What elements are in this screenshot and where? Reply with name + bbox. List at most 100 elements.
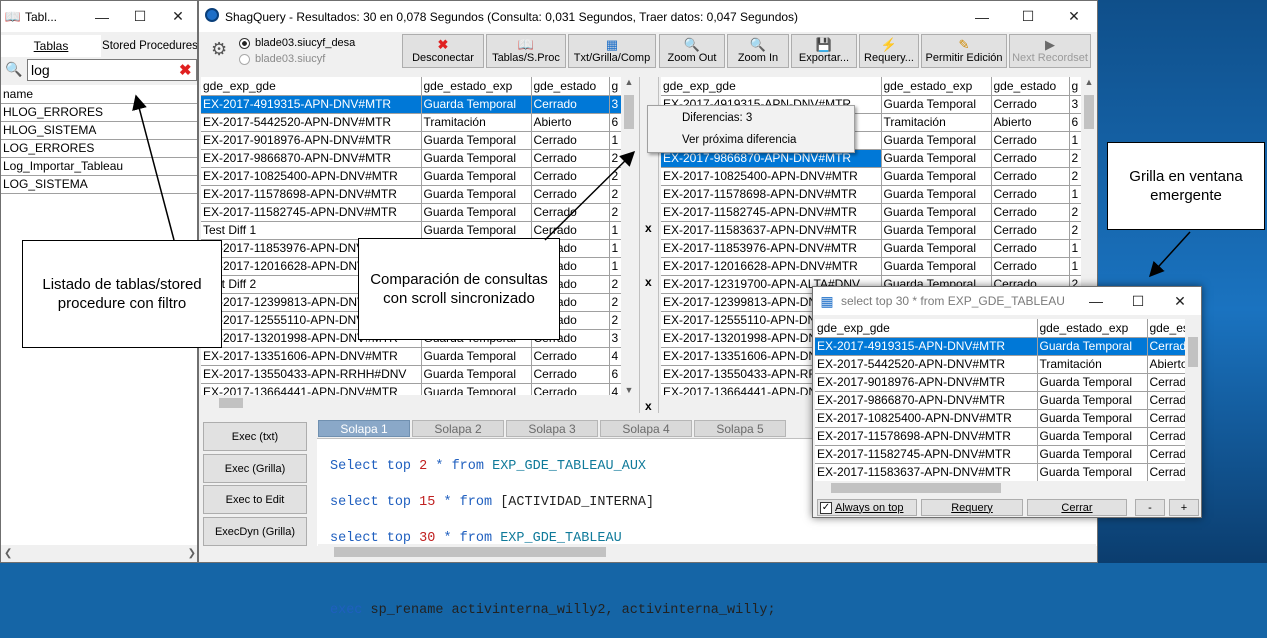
table-cell[interactable]: 2 (609, 203, 621, 222)
main-window-titlebar[interactable]: ShagQuery - Resultados: 30 en 0,078 Segu… (199, 1, 1097, 32)
table-cell[interactable]: 2 (609, 275, 621, 294)
table-row[interactable]: EX-2017-4919315-APN-DNV#MTR Guarda Tempor… (815, 337, 1185, 356)
next-recordset-button[interactable]: ▶ Next Recordset (1009, 34, 1091, 68)
col-header-exp-gde[interactable]: gde_exp_gde (201, 77, 422, 96)
table-cell[interactable]: 6 (1069, 113, 1081, 132)
popup-vscrollbar[interactable] (1185, 319, 1201, 497)
clear-filter-icon[interactable]: ✖ (179, 61, 192, 79)
table-cell[interactable]: Tramitación (421, 113, 532, 132)
table-cell[interactable]: 1 (609, 131, 621, 150)
table-row[interactable]: EX-2017-9018976-APN-DNV#MTRGuarda Tempor… (815, 373, 1185, 392)
table-cell[interactable]: Guarda Temporal (881, 239, 992, 258)
table-cell[interactable]: Cerrad (1147, 427, 1185, 446)
table-cell[interactable]: 2 (609, 167, 621, 186)
table-cell[interactable]: 2 (609, 149, 621, 168)
table-cell[interactable]: EX-2017-9018976-APN-DNV#MTR (815, 373, 1038, 392)
table-cell[interactable]: 2 (1069, 203, 1081, 222)
exec-grid-button[interactable]: Exec (Grilla) (203, 454, 307, 483)
table-row[interactable]: EX-2017-11578698-APN-DNV#MTR Guarda Tempo… (661, 185, 1081, 204)
table-cell[interactable]: Guarda Temporal (421, 131, 532, 150)
table-cell[interactable]: Guarda Temporal (1037, 337, 1148, 356)
maximize-icon[interactable]: ☐ (121, 1, 159, 32)
table-cell[interactable]: Guarda Temporal (421, 149, 532, 168)
exec-txt-button[interactable]: Exec (txt) (203, 422, 307, 451)
table-cell[interactable]: EX-2017-5442520-APN-DNV#MTR (815, 355, 1038, 374)
table-cell[interactable]: EX-2017-13664441-APN-DNV#MTR (201, 383, 422, 395)
table-cell[interactable]: Abierto (1147, 355, 1185, 374)
table-cell[interactable]: Cerrado (991, 131, 1070, 150)
table-cell[interactable]: EX-2017-10825400-APN-DNV#MTR (661, 167, 882, 186)
table-cell[interactable]: Guarda Temporal (1037, 391, 1148, 410)
query-code[interactable]: Select top 2 * from EXP_GDE_TABLEAU_AUX … (330, 440, 776, 638)
table-cell[interactable]: Cerrado (531, 131, 610, 150)
disconnect-button[interactable]: ✖ Desconectar (402, 34, 484, 68)
table-row[interactable]: EX-2017-11582745-APN-DNV#MTR Guarda Tempo… (661, 203, 1081, 222)
menu-item-differences[interactable]: Diferencias: 3 (682, 112, 752, 124)
allow-edit-button[interactable]: ✎ Permitir Edición (921, 34, 1007, 68)
table-cell[interactable]: 2 (609, 293, 621, 312)
table-cell[interactable]: Cerrado (531, 221, 610, 240)
table-cell[interactable]: Cerrado (531, 95, 610, 114)
results-grid-left[interactable]: gde_exp_gde gde_estado_exp gde_estado g … (201, 77, 621, 395)
table-list-item[interactable]: Log_Importar_Tableau (1, 157, 197, 176)
table-cell[interactable]: 3 (609, 329, 621, 348)
scroll-thumb[interactable] (1188, 337, 1198, 367)
table-row[interactable]: EX-2017-13351606-APN-DNV#MTRGuarda Tempo… (201, 347, 621, 366)
popup-results-grid[interactable]: gde_exp_gde gde_estado_exp gde_es EX-201… (815, 319, 1185, 481)
txt-grid-comp-button[interactable]: ▦ Txt/Grilla/Comp (568, 34, 656, 68)
table-cell[interactable]: 2 (1069, 167, 1081, 186)
table-cell[interactable]: Cerrado (991, 95, 1070, 114)
table-row[interactable]: EX-2017-11583637-APN-DNV#MTR Guarda Tempo… (815, 463, 1185, 481)
table-cell[interactable]: Abierto (991, 113, 1070, 132)
table-row[interactable]: EX-2017-10825400-APN-DNV#MTR Guarda Tempo… (815, 409, 1185, 428)
table-row[interactable]: EX-2017-4919315-APN-DNV#MTR Guarda Tempor… (201, 95, 621, 114)
editor-hscroll-thumb[interactable] (334, 547, 606, 557)
connection-radio-inactive[interactable]: blade03.siucyf (239, 53, 325, 65)
table-row[interactable]: EX-2017-11583637-APN-DNV#MTR Guarda Tempo… (661, 221, 1081, 240)
close-icon[interactable]: ✕ (1051, 1, 1097, 32)
table-cell[interactable]: EX-2017-9866870-APN-DNV#MTR (815, 391, 1038, 410)
requery-button[interactable]: ⚡ Requery... (859, 34, 919, 68)
table-row[interactable]: EX-2017-13664441-APN-DNV#MTRGuarda Tempo… (201, 383, 621, 395)
table-cell[interactable]: EX-2017-12016628-APN-DNV#MTR (661, 257, 882, 276)
minimize-icon[interactable]: — (83, 1, 121, 32)
tab-stored-procedures[interactable]: Stored Procedures (101, 35, 197, 57)
table-cell[interactable]: Cerrad (1147, 373, 1185, 392)
table-cell[interactable]: Guarda Temporal (881, 95, 992, 114)
tab-solapa-4[interactable]: Solapa 4 (600, 420, 692, 437)
table-cell[interactable]: EX-2017-11578698-APN-DNV#MTR (815, 427, 1038, 446)
table-cell[interactable]: Guarda Temporal (881, 131, 992, 150)
col-header-estado[interactable]: gde_estado (991, 77, 1070, 96)
table-list-item[interactable]: LOG_ERRORES (1, 139, 197, 158)
table-cell[interactable]: 2 (1069, 149, 1081, 168)
table-cell[interactable]: Test Diff 1 (201, 221, 422, 240)
table-cell[interactable]: Guarda Temporal (881, 185, 992, 204)
table-cell[interactable]: Cerrado (991, 221, 1070, 240)
table-row[interactable]: EX-2017-5442520-APN-DNV#MTRTramitaciónAb… (815, 355, 1185, 374)
col-header-exp-gde[interactable]: gde_exp_gde (815, 319, 1038, 338)
results-grid-left-hscrollbar[interactable] (201, 395, 637, 411)
table-row[interactable]: EX-2017-9866870-APN-DNV#MTR Guarda Tempor… (201, 149, 621, 168)
tables-list-hscrollbar[interactable]: ❮ ❯ (1, 545, 197, 562)
menu-item-next-difference[interactable]: Ver próxima diferencia (682, 134, 796, 146)
table-cell[interactable]: Cerrad (1147, 337, 1185, 356)
table-cell[interactable]: EX-2017-11578698-APN-DNV#MTR (201, 185, 422, 204)
table-cell[interactable]: EX-2017-10825400-APN-DNV#MTR (815, 409, 1038, 428)
table-cell[interactable]: Guarda Temporal (881, 221, 992, 240)
table-cell[interactable]: Tramitación (1037, 355, 1148, 374)
table-cell[interactable]: 1 (1069, 185, 1081, 204)
table-cell[interactable]: Guarda Temporal (421, 167, 532, 186)
col-header-g[interactable]: g (609, 77, 621, 96)
table-row[interactable]: EX-2017-10825400-APN-DNV#MTR Guarda Tempo… (661, 167, 1081, 186)
table-cell[interactable]: 1 (609, 221, 621, 240)
table-cell[interactable]: Cerrad (1147, 445, 1185, 464)
tab-solapa-3[interactable]: Solapa 3 (506, 420, 598, 437)
table-cell[interactable]: 1 (609, 257, 621, 276)
tab-solapa-2[interactable]: Solapa 2 (412, 420, 504, 437)
table-cell[interactable]: EX-2017-4919315-APN-DNV#MTR (815, 337, 1038, 356)
table-cell[interactable]: Guarda Temporal (881, 257, 992, 276)
table-cell[interactable]: EX-2017-9866870-APN-DNV#MTR (201, 149, 422, 168)
table-cell[interactable]: EX-2017-11853976-APN-DNV#MTR (661, 239, 882, 258)
table-cell[interactable]: Guarda Temporal (421, 383, 532, 395)
table-row[interactable]: EX-2017-11853976-APN-DNV#MTRGuarda Tempo… (661, 239, 1081, 258)
